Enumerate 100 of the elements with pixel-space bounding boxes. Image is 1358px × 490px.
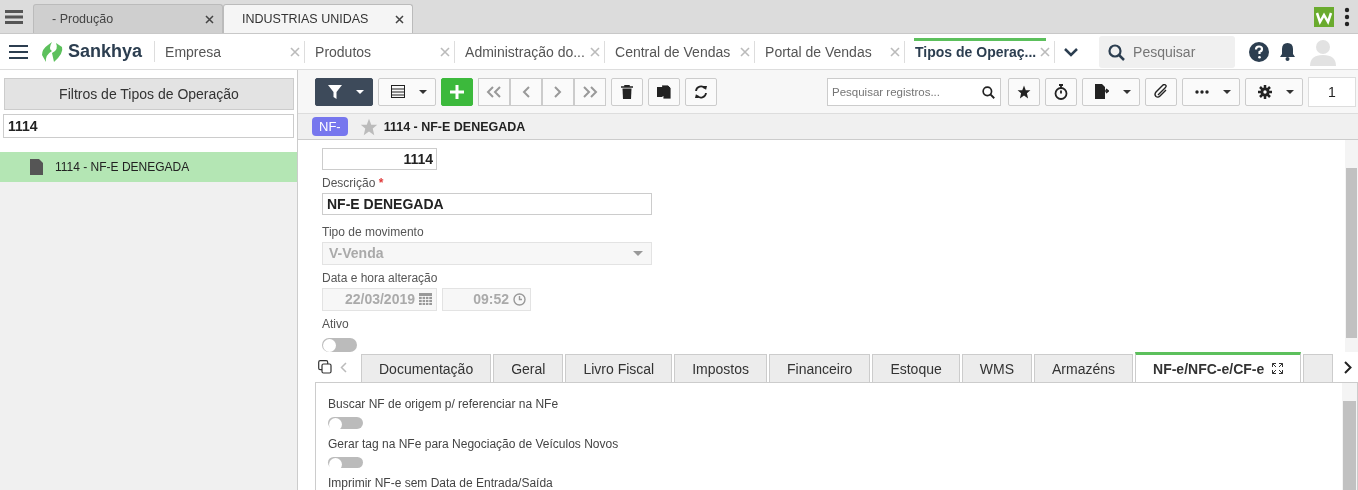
search-field[interactable]: Pesquisar: [1099, 35, 1236, 68]
copy-icon[interactable]: [318, 360, 332, 374]
code-field[interactable]: 1114: [322, 148, 437, 171]
chevron-left-icon[interactable]: [340, 361, 347, 373]
tab-label: Administração do...: [465, 43, 585, 60]
tab-label: INDUSTRIAS UNIDAS: [242, 12, 369, 26]
app-tab[interactable]: Central de Vendas: [605, 40, 756, 63]
detail-tab[interactable]: NF-e/NFC-e/CF-e: [1135, 352, 1302, 382]
app-tab[interactable]: Tipos de Operaç...: [905, 40, 1056, 63]
chevron-right-icon: [554, 85, 562, 98]
caret-icon: [1286, 89, 1294, 94]
close-icon[interactable]: [205, 14, 214, 24]
required-mark: *: [378, 176, 384, 191]
detail-tab[interactable]: Estoque: [872, 354, 960, 382]
app-tab[interactable]: Empresa: [155, 40, 306, 63]
option-label: Gerar tag na NFe para Negociação de Veículos Novos: [328, 436, 619, 451]
file-export-icon: [1095, 84, 1109, 99]
ellipsis-icon: [1195, 89, 1209, 94]
filter-button[interactable]: [315, 77, 373, 106]
caret-icon: [1223, 89, 1231, 94]
plus-icon: [450, 84, 464, 99]
delete-button[interactable]: [611, 77, 643, 106]
caret-icon: [419, 89, 427, 94]
chevron-right-icon[interactable]: [1344, 360, 1352, 374]
settings-button[interactable]: [1245, 77, 1303, 106]
first-button[interactable]: [478, 77, 510, 106]
app-tab[interactable]: Administração do...: [455, 40, 606, 63]
copy-button[interactable]: [648, 77, 680, 106]
detail-tab[interactable]: Documentação: [361, 354, 492, 382]
option-label: Imprimir NF-e sem Data de Entrada/Saída: [328, 476, 553, 490]
help-icon[interactable]: [1249, 41, 1270, 62]
double-chevron-left-icon: [486, 85, 502, 98]
document-icon: [30, 159, 43, 175]
browser-tab[interactable]: - Produção: [33, 4, 223, 33]
filter-icon: [328, 84, 342, 99]
expand-icon: [1272, 363, 1284, 374]
app-tab[interactable]: Produtos: [305, 40, 456, 63]
close-icon[interactable]: [395, 14, 404, 24]
attach-button[interactable]: [1145, 77, 1177, 106]
detail-tab[interactable]: Financeiro: [769, 354, 871, 382]
tab-label: Central de Vendas: [615, 43, 731, 60]
browser-tab[interactable]: INDUSTRIAS UNIDAS: [223, 4, 413, 33]
last-button[interactable]: [574, 77, 606, 106]
active-toggle[interactable]: [322, 337, 357, 352]
scrollbar[interactable]: [1345, 140, 1358, 352]
refresh-icon: [694, 84, 708, 99]
bell-icon[interactable]: [1279, 42, 1297, 61]
previous-button[interactable]: [510, 77, 542, 106]
favorite-button[interactable]: [1008, 77, 1040, 106]
menu-icon[interactable]: [5, 9, 23, 24]
caret-icon: [633, 250, 643, 256]
star-icon: [1017, 84, 1031, 99]
stopwatch-icon: [1054, 83, 1068, 100]
option-toggle[interactable]: [328, 417, 363, 429]
star-icon[interactable]: [359, 117, 378, 136]
tab-label: Tipos de Operaç...: [915, 43, 1037, 60]
detail-tab[interactable]: WMS: [961, 354, 1032, 382]
filter-panel-button[interactable]: Filtros de Tipos de Operação: [4, 78, 294, 110]
caret-icon: [1123, 89, 1131, 94]
scrollbar[interactable]: [1342, 383, 1357, 490]
field-label: Descrição: [322, 176, 376, 191]
export-button[interactable]: [1082, 77, 1140, 106]
search-icon: [982, 85, 995, 99]
more-actions-button[interactable]: [1182, 77, 1240, 106]
timer-button[interactable]: [1045, 77, 1077, 106]
page-indicator: 1: [1308, 76, 1356, 107]
add-button[interactable]: [441, 77, 473, 106]
chevron-down-icon[interactable]: [1063, 46, 1080, 57]
grid-view-button[interactable]: [378, 77, 436, 106]
search-records-field[interactable]: Pesquisar registros...: [827, 77, 1001, 106]
option-label: Buscar NF de origem p/ referenciar na NFe: [328, 397, 559, 411]
description-field[interactable]: NF-E DENEGADA: [322, 193, 652, 216]
clock-icon: [513, 292, 526, 306]
type-badge: NF-: [312, 117, 348, 136]
item-label: 1114 - NF-E DENEGADA: [55, 160, 190, 174]
refresh-button[interactable]: [685, 77, 717, 106]
paperclip-icon: [1153, 84, 1169, 99]
double-chevron-right-icon: [582, 85, 598, 98]
filter-field[interactable]: 1114: [3, 114, 294, 138]
next-button[interactable]: [542, 77, 574, 106]
chevron-left-icon: [522, 85, 530, 98]
trash-icon: [621, 84, 633, 99]
calendar-icon: [419, 293, 432, 306]
tab-label: - Produção: [52, 12, 114, 26]
app-tab[interactable]: Portal de Vendas: [755, 40, 906, 63]
tab-label: Empresa: [165, 43, 222, 60]
option-toggle[interactable]: [328, 456, 363, 468]
field-label: Ativo: [322, 316, 349, 331]
detail-tab[interactable]: Livro Fiscal: [565, 354, 673, 382]
caret-icon: [356, 89, 364, 94]
detail-tab[interactable]: Impostos: [674, 354, 767, 382]
settings-icon: [1258, 84, 1272, 99]
menu-icon[interactable]: [9, 44, 28, 59]
detail-tab[interactable]: Armazéns: [1034, 354, 1133, 382]
tab-label: Produtos: [315, 43, 372, 60]
tree-item[interactable]: 1114 - NF-E DENEGADA: [0, 152, 297, 182]
more-icon[interactable]: [1344, 6, 1350, 27]
extension-icon[interactable]: [1314, 6, 1334, 27]
detail-tab[interactable]: Geral: [493, 354, 564, 382]
field-label: Tipo de movimento: [322, 225, 424, 240]
